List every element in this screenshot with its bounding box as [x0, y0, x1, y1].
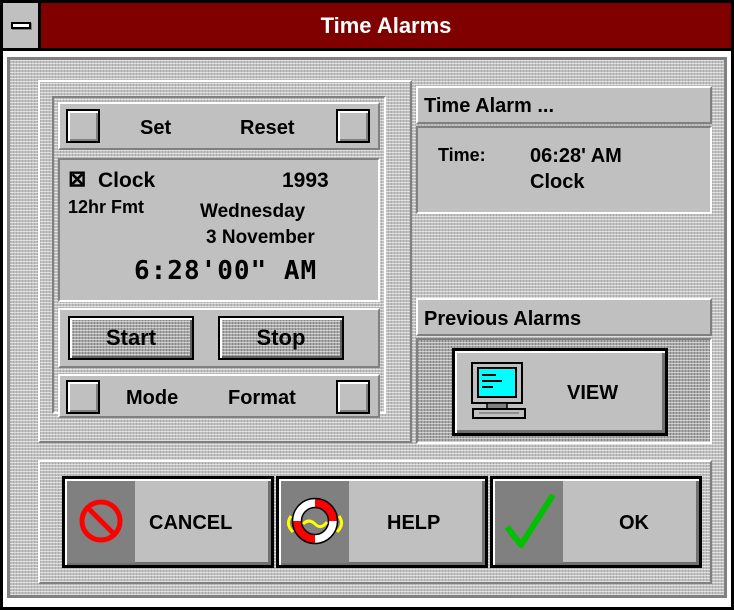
set-reset-row: Set Reset: [58, 102, 380, 150]
help-icon-area: [281, 481, 349, 563]
time-alarm-header: Time Alarm ...: [416, 86, 712, 124]
action-button-group: CANCEL HELP OK: [38, 460, 712, 584]
help-button[interactable]: HELP: [276, 476, 488, 568]
time-alarm-title: Time Alarm ...: [424, 95, 555, 117]
cancel-button[interactable]: CANCEL: [62, 476, 274, 568]
stop-button[interactable]: Stop: [218, 316, 344, 360]
clock-panel-group: Set Reset ⊠ Clock 1993 12hr Fmt Wednesda…: [38, 80, 412, 443]
start-stop-row: Start Stop: [58, 308, 380, 368]
format-button[interactable]: [336, 380, 370, 414]
cancel-label: CANCEL: [149, 512, 233, 534]
client-area: Set Reset ⊠ Clock 1993 12hr Fmt Wednesda…: [7, 57, 727, 598]
clock-checkbox[interactable]: ⊠: [68, 168, 86, 190]
start-button[interactable]: Start: [68, 316, 194, 360]
system-menu-icon: [11, 22, 31, 29]
format-label: Format: [228, 387, 296, 409]
reset-button[interactable]: [336, 109, 370, 143]
ok-button[interactable]: OK: [490, 476, 702, 568]
cancel-icon-area: [67, 481, 135, 563]
reset-label: Reset: [240, 117, 295, 139]
window-title: Time Alarms: [320, 13, 452, 38]
no-entry-icon: [79, 499, 123, 543]
mode-label: Mode: [126, 387, 179, 409]
clock-display: ⊠ Clock 1993 12hr Fmt Wednesday 3 Novemb…: [58, 158, 380, 302]
previous-alarms-area: VIEW: [416, 338, 712, 444]
checkmark-icon: [504, 493, 556, 548]
clock-panel: Set Reset ⊠ Clock 1993 12hr Fmt Wednesda…: [52, 96, 386, 418]
date-value: 3 November: [206, 227, 315, 248]
mode-format-row: Mode Format: [58, 374, 380, 418]
help-label: HELP: [387, 512, 441, 534]
weekday-value: Wednesday: [200, 201, 306, 222]
life-ring-icon: [287, 497, 343, 545]
mode-button[interactable]: [66, 380, 100, 414]
format-indicator: 12hr Fmt: [68, 197, 145, 217]
system-menu-button[interactable]: [3, 3, 41, 48]
previous-alarms-header: Previous Alarms: [416, 298, 712, 336]
ok-label: OK: [619, 512, 649, 534]
clock-label: Clock: [98, 169, 156, 192]
time-caption: Time:: [438, 145, 486, 165]
alarm-name-value: Clock: [530, 171, 585, 193]
previous-alarms-title: Previous Alarms: [424, 308, 582, 330]
computer-icon: [469, 361, 529, 423]
title-bar[interactable]: Time Alarms: [3, 3, 731, 51]
ok-icon-area: [495, 481, 563, 563]
alarm-time-value: 06:28' AM: [530, 145, 622, 167]
view-button[interactable]: VIEW: [452, 348, 668, 436]
set-button[interactable]: [66, 109, 100, 143]
year-value: 1993: [282, 169, 329, 192]
view-label: VIEW: [567, 382, 619, 404]
time-display: 6:28'00" AM: [134, 256, 318, 286]
set-label: Set: [140, 117, 172, 139]
time-alarm-details: Time: 06:28' AM Clock: [416, 126, 712, 214]
